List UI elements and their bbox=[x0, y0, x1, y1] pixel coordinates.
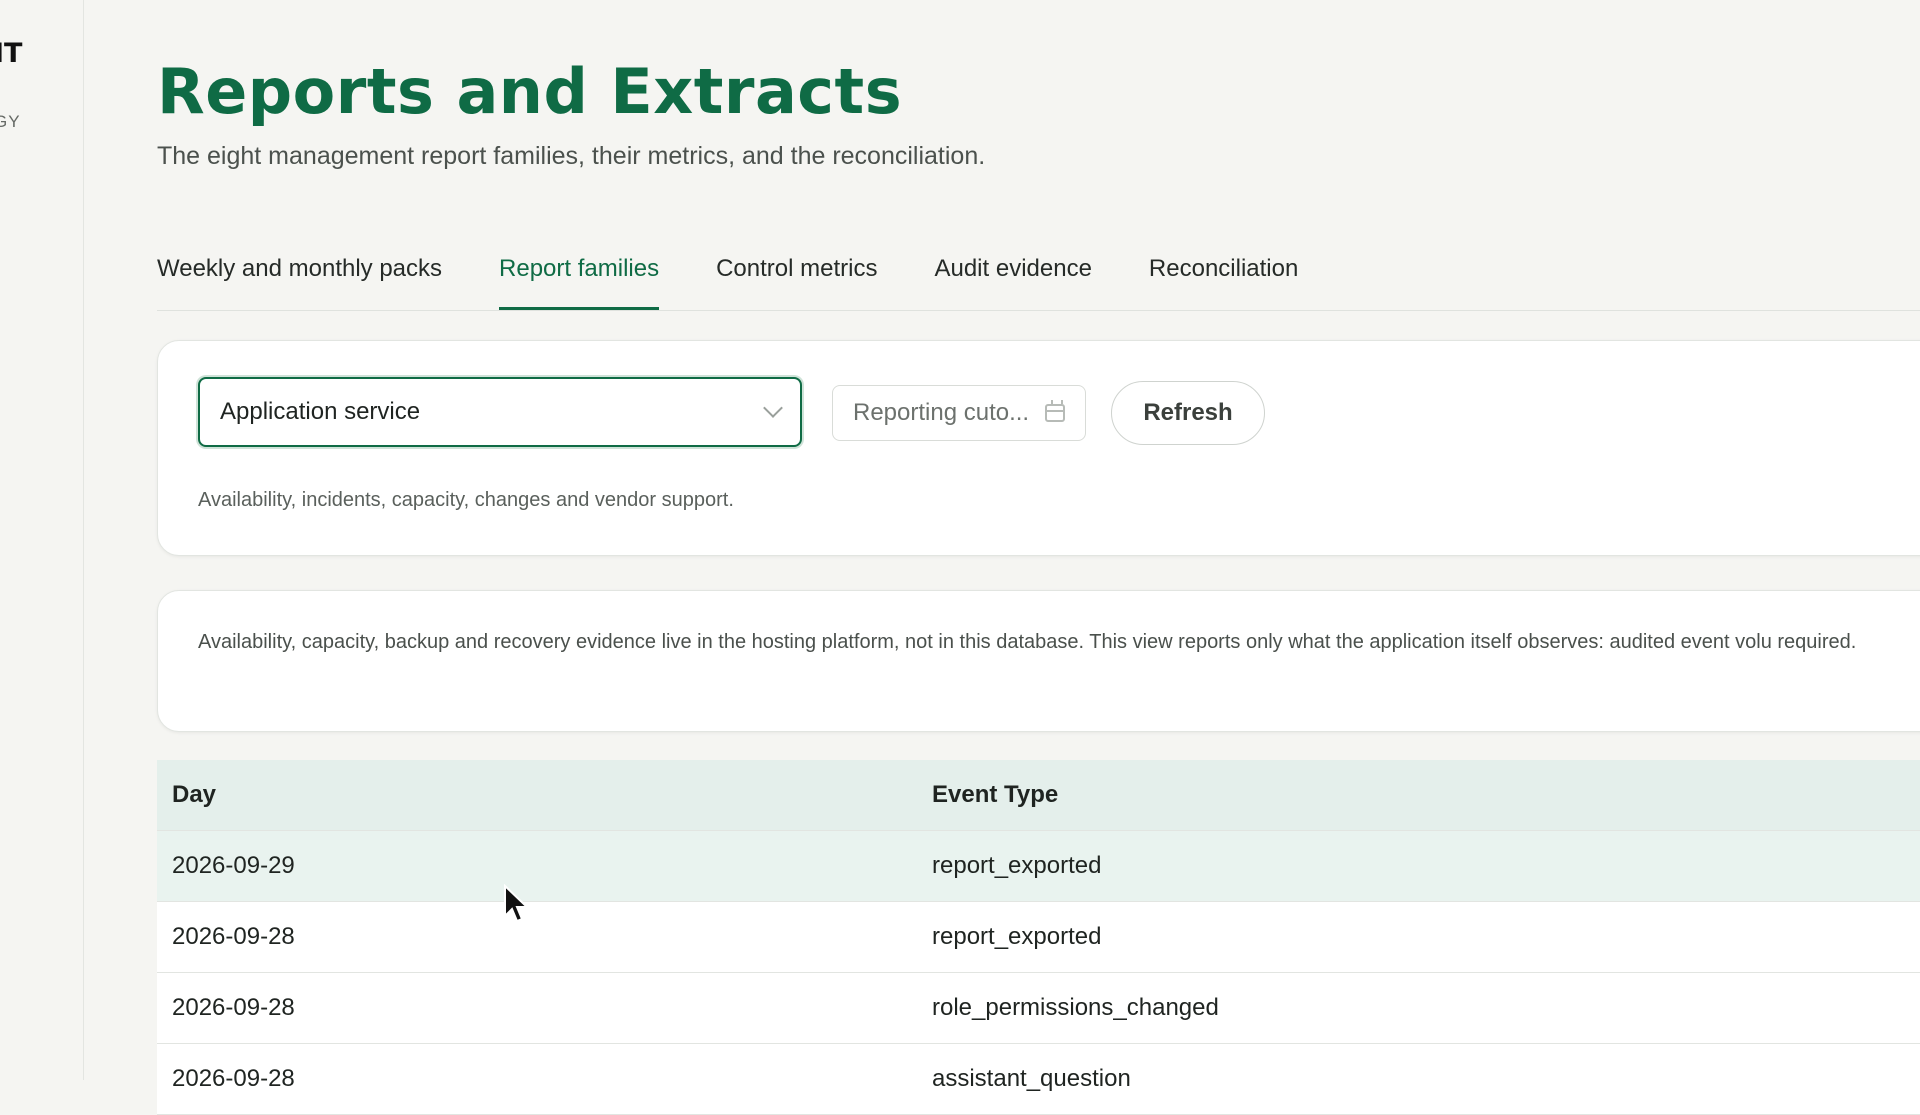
cell-day: 2026-09-28 bbox=[157, 1043, 917, 1115]
mouse-cursor-icon bbox=[504, 884, 530, 923]
reporting-cutoff-placeholder: Reporting cuto... bbox=[853, 399, 1030, 426]
sidebar: IT GY bbox=[0, 0, 84, 1080]
page-subtitle: The eight management report families, th… bbox=[157, 142, 986, 170]
cell-day: 2026-09-28 bbox=[157, 901, 917, 973]
reporting-cutoff-date-input[interactable]: Reporting cuto... bbox=[832, 385, 1086, 441]
refresh-button[interactable]: Refresh bbox=[1111, 381, 1265, 445]
column-header-event-type[interactable]: Event Type bbox=[917, 760, 1920, 831]
events-table-container: Day Event Type 2026-09-29 report_exporte… bbox=[157, 760, 1920, 1115]
chevron-down-icon bbox=[763, 398, 783, 418]
page-title: Reports and Extracts bbox=[157, 55, 903, 128]
cell-event-type: assistant_question bbox=[917, 1043, 1920, 1115]
table-row[interactable]: 2026-09-28 role_permissions_changed bbox=[157, 972, 1920, 1044]
events-table: Day Event Type 2026-09-29 report_exporte… bbox=[157, 760, 1920, 1115]
report-family-select-value: Application service bbox=[220, 398, 421, 425]
tab-control-metrics[interactable]: Control metrics bbox=[716, 246, 877, 300]
filter-card: Application service Reporting cuto... Re… bbox=[157, 340, 1920, 556]
tab-report-families[interactable]: Report families bbox=[499, 246, 660, 310]
table-row[interactable]: 2026-09-28 report_exported bbox=[157, 901, 1920, 973]
tab-weekly-monthly-packs[interactable]: Weekly and monthly packs bbox=[157, 246, 442, 300]
table-header-row: Day Event Type bbox=[157, 760, 1920, 831]
brand-subtitle: GY bbox=[0, 112, 21, 131]
table-row[interactable]: 2026-09-28 assistant_question bbox=[157, 1043, 1920, 1115]
info-text: Availability, capacity, backup and recov… bbox=[198, 631, 1857, 653]
cell-day: 2026-09-29 bbox=[157, 830, 917, 902]
cell-event-type: role_permissions_changed bbox=[917, 972, 1920, 1044]
main-content: Reports and Extracts The eight managemen… bbox=[157, 0, 1920, 1115]
cell-event-type: report_exported bbox=[917, 830, 1920, 902]
report-family-select[interactable]: Application service bbox=[198, 377, 802, 447]
cell-event-type: report_exported bbox=[917, 901, 1920, 973]
column-header-day[interactable]: Day bbox=[157, 760, 917, 831]
tab-bar: Weekly and monthly packs Report families… bbox=[157, 246, 1920, 311]
cell-day: 2026-09-28 bbox=[157, 972, 917, 1044]
tab-audit-evidence[interactable]: Audit evidence bbox=[934, 246, 1091, 300]
table-row[interactable]: 2026-09-29 report_exported bbox=[157, 830, 1920, 902]
calendar-icon[interactable] bbox=[1045, 400, 1065, 422]
tab-reconciliation[interactable]: Reconciliation bbox=[1149, 246, 1298, 300]
info-card: Availability, capacity, backup and recov… bbox=[157, 590, 1920, 732]
report-family-description: Availability, incidents, capacity, chang… bbox=[198, 489, 734, 511]
brand-logo-text: IT bbox=[0, 38, 23, 69]
